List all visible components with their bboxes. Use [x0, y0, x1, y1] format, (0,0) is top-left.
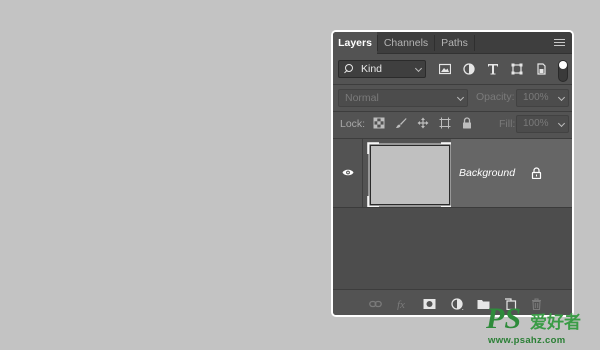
divider	[333, 111, 572, 112]
eye-icon	[342, 169, 354, 176]
tab-paths[interactable]: Paths	[435, 32, 474, 54]
layer-name: Background	[459, 167, 516, 179]
opacity-value: 100%	[523, 92, 549, 103]
chevron-down-icon	[414, 64, 423, 73]
layer-row-background[interactable]: Background	[333, 139, 572, 208]
layer-lock-icon	[531, 167, 542, 179]
panel-menu-icon[interactable]	[554, 39, 565, 47]
layer-name-cell[interactable]: Background	[451, 139, 572, 207]
chevron-down-icon	[557, 93, 566, 102]
layer-style-fx-icon[interactable]: fx	[397, 298, 410, 310]
panel-tab-bar: Layers Channels Paths	[333, 32, 572, 55]
layers-list: Background	[333, 139, 572, 289]
new-adjustment-layer-icon[interactable]	[451, 298, 464, 310]
type-layer-filter-icon[interactable]	[487, 63, 499, 75]
link-layers-icon[interactable]	[369, 298, 382, 310]
fill-label: Fill:	[499, 118, 516, 130]
watermark-url: www.psahz.com	[488, 335, 566, 346]
blend-mode-value: Normal	[345, 92, 379, 104]
fill-field[interactable]: 100%	[516, 115, 569, 133]
row-divider	[333, 207, 572, 208]
opacity-field[interactable]: 100%	[516, 89, 569, 107]
tab-channels[interactable]: Channels	[378, 32, 434, 54]
filter-toggle[interactable]	[558, 60, 568, 82]
tab-divider	[474, 35, 475, 51]
lock-label: Lock:	[340, 118, 366, 130]
lock-image-pixels-brush-icon[interactable]	[395, 117, 407, 129]
shape-layer-filter-icon[interactable]	[511, 63, 523, 75]
lock-artboard-icon[interactable]	[439, 117, 451, 129]
layers-panel: Layers Channels Paths Kind Normal Opacit…	[331, 30, 574, 317]
svg-text:fx: fx	[397, 299, 405, 310]
chevron-down-icon	[456, 93, 465, 102]
layer-thumbnail-cell[interactable]	[363, 139, 453, 208]
lock-position-move-icon[interactable]	[417, 117, 429, 129]
filter-kind-label: Kind	[361, 63, 383, 75]
watermark-brand: PS	[486, 302, 522, 335]
add-layer-mask-icon[interactable]	[423, 298, 436, 310]
chevron-down-icon	[557, 119, 566, 128]
watermark-logo: PS 爱好者 www.psahz.com	[480, 300, 600, 350]
toggle-knob	[559, 61, 567, 69]
filter-kind-select[interactable]: Kind	[338, 60, 426, 78]
adjustment-layer-filter-icon[interactable]	[463, 63, 475, 75]
smart-object-filter-icon[interactable]	[535, 63, 547, 75]
watermark-chinese-text: 爱好者	[530, 313, 581, 332]
blend-mode-select[interactable]: Normal	[338, 89, 468, 107]
opacity-label: Opacity:	[476, 91, 515, 103]
fill-value: 100%	[523, 118, 549, 129]
lock-all-icon[interactable]	[461, 117, 473, 129]
tab-layers[interactable]: Layers	[333, 32, 377, 55]
thumbnail-selection-frame	[367, 142, 453, 208]
lock-transparent-pixels-icon[interactable]	[373, 117, 385, 129]
visibility-toggle[interactable]	[333, 139, 363, 207]
pixel-layer-filter-icon[interactable]	[439, 63, 451, 75]
divider	[333, 84, 572, 85]
